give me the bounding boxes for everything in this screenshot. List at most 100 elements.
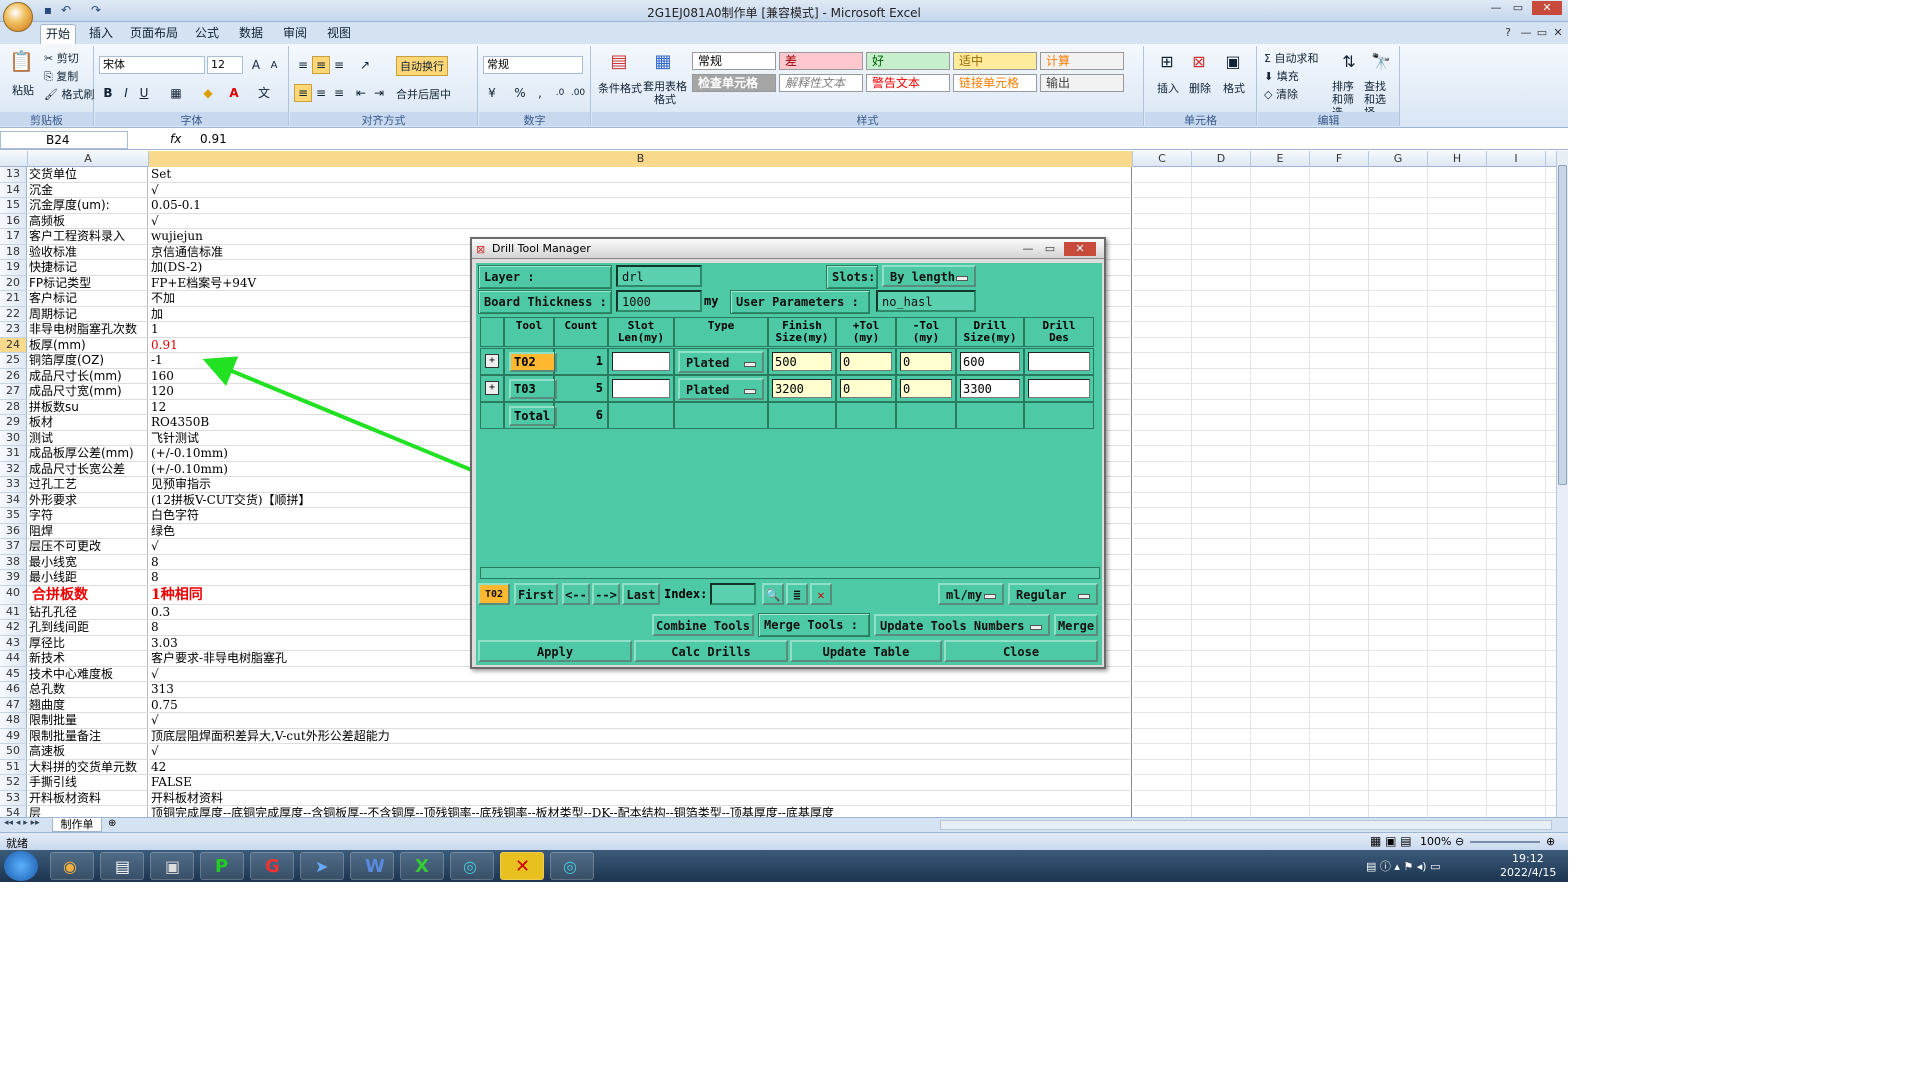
empty-cells[interactable] [1133,213,1556,229]
empty-cells[interactable] [1133,461,1556,477]
tab-review[interactable]: 审阅 [280,24,310,44]
cell-a[interactable]: 最小线宽 [28,554,148,570]
cell-a[interactable]: 验收标准 [28,244,148,260]
sheet-tab-main[interactable]: 制作单 [52,818,102,832]
row-header[interactable]: 26 [0,368,27,384]
cell-b[interactable]: Set [149,167,1132,183]
empty-cells[interactable] [1133,322,1556,338]
start-button[interactable] [4,851,38,881]
empty-cells[interactable] [1133,477,1556,493]
cell-a[interactable]: 孔到线间距 [28,620,148,636]
cell-a[interactable]: 沉金 [28,182,148,198]
cell-a[interactable]: 限制批量 [28,713,148,729]
tool-finish-input[interactable]: 3200 [772,379,832,398]
tool-ptol-input[interactable]: 0 [840,379,892,398]
tool-des-input[interactable] [1028,379,1090,398]
first-button[interactable]: First [514,583,558,605]
close-icon[interactable]: ✕ [1532,1,1562,15]
cell-a[interactable]: 交货单位 [28,167,148,183]
fill-button[interactable]: ⬇ 填充 [1264,68,1299,84]
taskbar-app-excel[interactable]: X [400,852,444,880]
row-header[interactable]: 24 [0,337,27,353]
tool-des-input[interactable] [1028,352,1090,371]
cell-b[interactable]: √ [149,182,1132,198]
zoom-level[interactable]: 100% [1420,835,1451,848]
row-header[interactable]: 23 [0,322,27,338]
copy-button[interactable]: ⎘ 复制 [44,68,78,84]
cell-a[interactable]: 成品尺寸长宽公差 [28,461,148,477]
layer-field[interactable]: drl [616,265,702,287]
increase-indent-icon[interactable]: ⇥ [370,84,388,102]
empty-cells[interactable] [1133,182,1556,198]
empty-cells[interactable] [1133,554,1556,570]
office-button[interactable] [3,2,33,32]
tool-type-select[interactable]: Plated [678,351,764,373]
cell-a[interactable]: 沉金厚度(um): [28,198,148,214]
empty-cells[interactable] [1133,744,1556,760]
empty-cells[interactable] [1133,337,1556,353]
empty-cells[interactable] [1133,620,1556,636]
cell-a[interactable]: 客户标记 [28,291,148,307]
empty-cells[interactable] [1133,682,1556,698]
tool-type-select[interactable]: Plated [678,378,764,400]
row-header[interactable]: 34 [0,492,27,508]
conditional-format-button[interactable]: 条件格式 [598,80,642,96]
index-field[interactable] [710,583,756,605]
cell-style-4[interactable]: 计算 [1040,52,1124,70]
cell-style-5[interactable]: 检查单元格 [692,74,776,92]
merge-center-button[interactable]: 合并后居中 [396,86,451,102]
row-header[interactable]: 40 [0,585,27,605]
cell-a[interactable]: 快捷标记 [28,260,148,276]
cell-b[interactable]: FALSE [149,775,1132,791]
empty-cells[interactable] [1133,523,1556,539]
combine-tools-button[interactable]: Combine Tools [652,614,754,636]
align-center-icon[interactable]: ≡ [312,84,330,102]
font-name-select[interactable]: 宋体 [99,56,205,74]
table-format-button[interactable]: 套用表格格式 [640,80,690,106]
align-right-icon[interactable]: ≡ [330,84,348,102]
delete-icon[interactable]: ✕ [810,583,832,605]
align-bottom-icon[interactable]: ≡ [330,56,348,74]
autosum-button[interactable]: Σ 自动求和 [1264,50,1318,66]
row-header[interactable]: 13 [0,167,27,183]
tool-slot-input[interactable] [612,352,670,371]
tool-button[interactable]: T02 [509,352,557,372]
taskbar-app-notes[interactable]: ▤ [100,852,144,880]
ribbon-close-icon[interactable]: ✕ [1548,26,1568,40]
grow-font-icon[interactable]: A [247,56,265,74]
paste-icon[interactable]: 📋 [8,51,34,80]
cell-b[interactable]: √ [149,744,1132,760]
increase-decimal-icon[interactable]: .0 [551,84,569,102]
border-icon[interactable]: ▦ [167,84,185,102]
row-header[interactable]: 51 [0,759,27,775]
row-header[interactable]: 52 [0,775,27,791]
vertical-scroll-thumb[interactable] [1558,165,1567,485]
formula-input[interactable]: 0.91 [200,132,227,146]
taskbar-app-shell[interactable]: ◉ [50,852,94,880]
cell-style-0[interactable]: 常规 [692,52,776,70]
row-header[interactable]: 27 [0,384,27,400]
cell-a[interactable]: 非导电树脂塞孔次数 [28,322,148,338]
cell-a[interactable]: 层 [28,806,148,817]
row-header[interactable]: 33 [0,477,27,493]
empty-cells[interactable] [1133,260,1556,276]
empty-cells[interactable] [1133,275,1556,291]
insert-cells-button[interactable]: 插入 [1157,80,1179,96]
row-header[interactable]: 21 [0,291,27,307]
column-header-c[interactable]: C [1133,151,1192,167]
row-header[interactable]: 30 [0,430,27,446]
zoom-slider[interactable] [1470,841,1540,843]
column-header-a[interactable]: A [28,151,149,167]
empty-cells[interactable] [1133,415,1556,431]
empty-cells[interactable] [1133,635,1556,651]
cell-a[interactable]: 技术中心难度板 [28,666,148,682]
next-button[interactable]: --> [592,583,620,605]
format-cells-button[interactable]: 格式 [1223,80,1245,96]
row-header[interactable]: 22 [0,306,27,322]
empty-cells[interactable] [1133,368,1556,384]
cell-a[interactable]: 开料板材资料 [28,790,148,806]
tab-view[interactable]: 视图 [324,24,354,44]
row-header[interactable]: 29 [0,415,27,431]
tab-page-layout[interactable]: 页面布局 [128,24,180,44]
cell-style-1[interactable]: 差 [779,52,863,70]
